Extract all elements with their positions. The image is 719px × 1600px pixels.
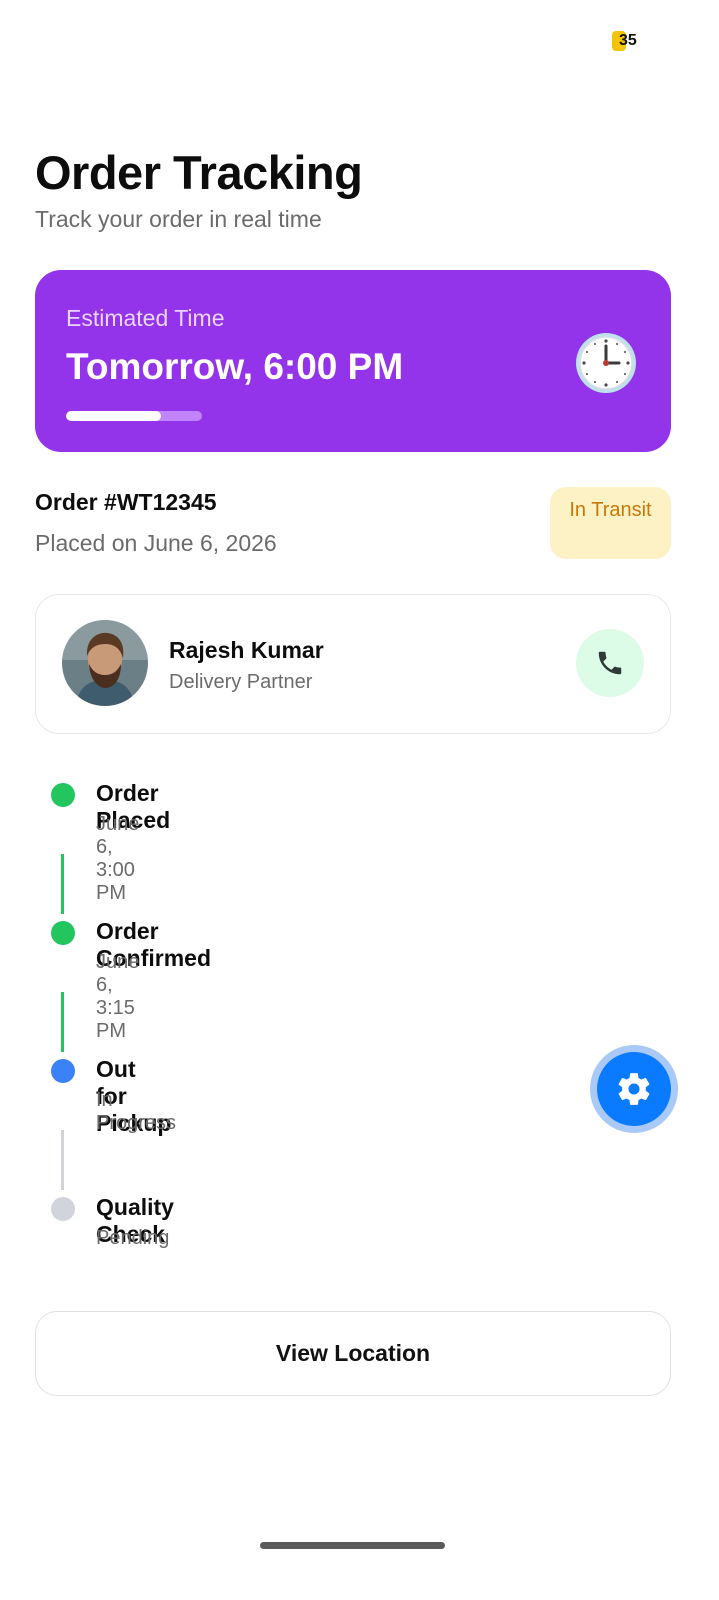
timeline-dot-out-for-pickup bbox=[51, 1059, 75, 1083]
view-location-button[interactable]: View Location bbox=[35, 1311, 671, 1396]
battery-indicator: 35 bbox=[612, 31, 637, 51]
gear-icon bbox=[618, 1073, 650, 1105]
partner-role: Delivery Partner bbox=[169, 671, 313, 693]
status-bar: 35 bbox=[0, 0, 719, 80]
order-number: Order #WT12345 bbox=[35, 489, 217, 515]
timeline-step-subtitle: June 6, 3:15 PM bbox=[96, 951, 140, 1042]
page-subtitle: Track your order in real time bbox=[35, 206, 322, 232]
partner-name: Rajesh Kumar bbox=[169, 637, 324, 663]
timeline-dot-order-confirmed bbox=[51, 921, 75, 945]
timeline-step-subtitle: June 6, 3:00 PM bbox=[96, 813, 140, 904]
timeline-connector bbox=[61, 854, 64, 914]
timeline-step-subtitle: In Progress bbox=[96, 1089, 177, 1134]
call-button[interactable] bbox=[576, 629, 644, 697]
eta-value: Tomorrow, 6:00 PM bbox=[66, 346, 404, 387]
avatar bbox=[62, 620, 148, 706]
settings-button[interactable] bbox=[597, 1052, 671, 1126]
battery-level: 35 bbox=[619, 32, 637, 49]
timeline-dot-order-placed bbox=[51, 783, 75, 807]
home-indicator[interactable] bbox=[260, 1542, 445, 1549]
settings-fab[interactable] bbox=[590, 1045, 678, 1133]
timeline-dot-quality-check bbox=[51, 1197, 75, 1221]
timeline-connector bbox=[61, 992, 64, 1052]
eta-progress-bar bbox=[66, 411, 202, 421]
status-badge: In Transit bbox=[550, 487, 671, 559]
timeline-step-subtitle: Pending bbox=[96, 1227, 170, 1249]
delivery-partner-card: Rajesh Kumar Delivery Partner bbox=[35, 594, 671, 734]
timeline-connector bbox=[61, 1130, 64, 1190]
estimated-time-card: Estimated Time Tomorrow, 6:00 PM bbox=[35, 270, 671, 452]
eta-label: Estimated Time bbox=[66, 305, 225, 331]
clock-icon bbox=[576, 333, 636, 393]
order-placed-date: Placed on June 6, 2026 bbox=[35, 530, 277, 556]
phone-icon bbox=[598, 651, 622, 675]
page-title: Order Tracking bbox=[35, 146, 363, 199]
eta-progress-fill bbox=[66, 411, 162, 421]
